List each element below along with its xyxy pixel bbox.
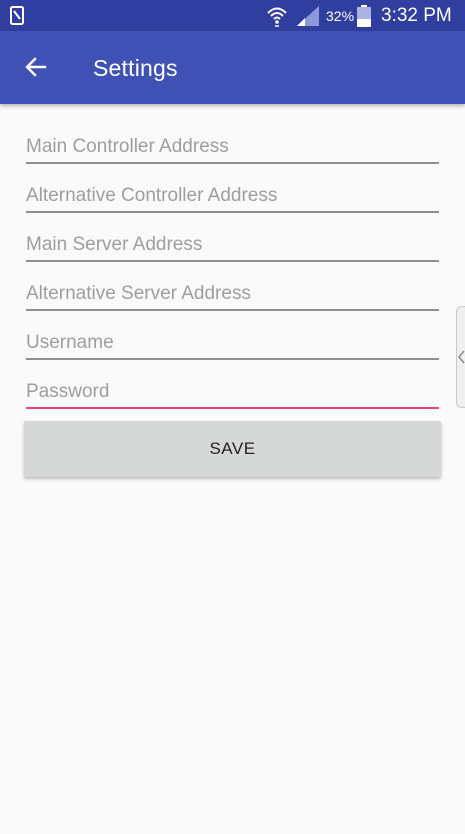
battery-icon	[357, 5, 371, 27]
alternative-server-address-field	[26, 271, 439, 311]
alternative-controller-address-field	[26, 173, 439, 213]
field-underline	[26, 260, 439, 262]
edge-panel-handle[interactable]	[456, 306, 465, 408]
alternative-server-address-input[interactable]	[26, 279, 439, 309]
main-controller-address-input[interactable]	[26, 132, 439, 162]
main-controller-address-field	[26, 124, 439, 164]
notification-icon	[10, 6, 24, 25]
arrow-back-icon	[25, 57, 47, 77]
main-server-address-field	[26, 222, 439, 262]
app-bar: Settings	[0, 31, 465, 104]
status-clock: 3:32 PM	[381, 5, 452, 26]
status-bar: 32% 3:32 PM	[0, 0, 465, 31]
field-underline-focused	[26, 407, 439, 409]
signal-icon	[297, 6, 319, 26]
field-underline	[26, 211, 439, 213]
field-underline	[26, 358, 439, 360]
password-input[interactable]	[26, 377, 439, 407]
alternative-controller-address-input[interactable]	[26, 181, 439, 211]
field-underline	[26, 162, 439, 164]
back-button[interactable]	[14, 45, 58, 89]
password-field	[26, 369, 439, 409]
page-title: Settings	[93, 55, 178, 81]
battery-percent: 32%	[326, 8, 355, 24]
main-server-address-input[interactable]	[26, 230, 439, 260]
chevron-left-icon	[458, 350, 465, 364]
wifi-icon	[267, 7, 287, 27]
username-field	[26, 320, 439, 360]
save-button[interactable]: SAVE	[24, 421, 441, 477]
username-input[interactable]	[26, 328, 439, 358]
field-underline	[26, 309, 439, 311]
